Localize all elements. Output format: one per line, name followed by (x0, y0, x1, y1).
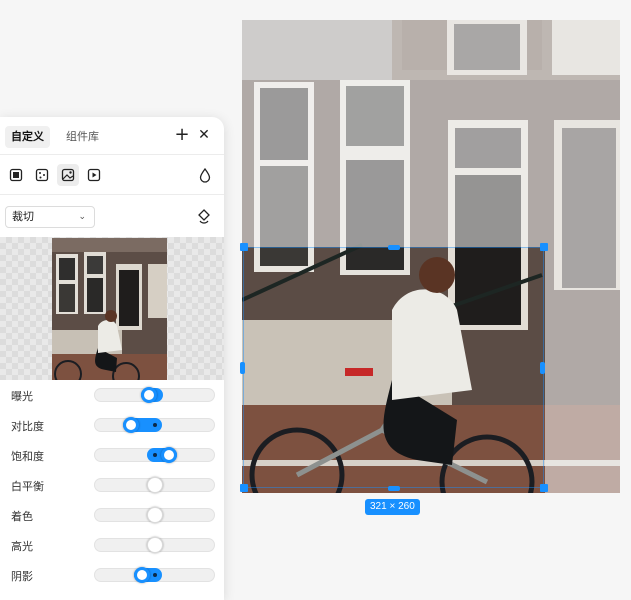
droplet-icon[interactable] (194, 164, 216, 186)
adjustment-label: 白平衡 (11, 480, 44, 493)
slider-center-mark (152, 453, 157, 457)
crop-handle-top-left[interactable] (240, 243, 248, 251)
mode-row: 裁切 ⌄ (0, 195, 224, 237)
tab-component-library[interactable]: 组件库 (60, 126, 105, 148)
crop-handle-bottom-left[interactable] (240, 484, 248, 492)
adjust-panel: 自定义 组件库 + ✕ 裁切 ⌄ 曝光 对比度 饱和度 白平衡 着色 高光 阴影 (0, 117, 224, 600)
tool-bar (0, 155, 224, 195)
adjustment-label: 饱和度 (11, 450, 44, 463)
crop-frame[interactable] (243, 247, 544, 488)
crop-handle-top[interactable] (388, 245, 400, 250)
mode-select-value: 裁切 (12, 210, 34, 223)
tab-custom[interactable]: 自定义 (5, 126, 50, 148)
slider-center-mark (152, 423, 157, 427)
adjustment-row: 对比度 (0, 410, 224, 440)
adjustment-row: 阴影 (0, 560, 224, 590)
adjustment-row: 白平衡 (0, 470, 224, 500)
preview-thumbnail (52, 238, 167, 380)
adjustment-label: 阴影 (11, 570, 33, 583)
adjustment-label: 高光 (11, 540, 33, 553)
slider-thumb[interactable] (146, 537, 163, 553)
close-icon[interactable]: ✕ (195, 126, 213, 144)
crop-handle-left[interactable] (240, 362, 245, 374)
chevron-down-icon: ⌄ (78, 212, 86, 222)
rotate-icon[interactable] (194, 206, 214, 226)
crop-handle-bottom-right[interactable] (540, 484, 548, 492)
slider-center-mark (152, 573, 157, 577)
panel-tabs: 自定义 组件库 + ✕ (0, 117, 224, 155)
adjustment-row: 曝光 (0, 380, 224, 410)
adjustment-row: 高光 (0, 530, 224, 560)
image-icon[interactable] (57, 164, 79, 186)
adjustment-row: 着色 (0, 500, 224, 530)
slider-thumb[interactable] (146, 507, 163, 523)
adjustment-label: 着色 (11, 510, 33, 523)
adjustment-label: 曝光 (11, 390, 33, 403)
adjustment-sliders: 曝光 对比度 饱和度 白平衡 着色 高光 阴影 (0, 380, 224, 590)
crop-handle-top-right[interactable] (540, 243, 548, 251)
adjustment-label: 对比度 (11, 420, 44, 433)
crop-preview (0, 237, 224, 380)
outside-crop-overlay (242, 20, 620, 247)
slider-thumb[interactable] (133, 567, 150, 583)
crop-handle-bottom[interactable] (388, 486, 400, 491)
mode-select[interactable]: 裁切 ⌄ (5, 206, 95, 228)
play-icon[interactable] (83, 164, 105, 186)
outside-crop-overlay-right (545, 247, 620, 493)
plus-icon[interactable]: + (172, 125, 192, 145)
crop-size-badge: 321 × 260 (365, 499, 420, 515)
crop-handle-right[interactable] (540, 362, 545, 374)
grain-icon[interactable] (31, 164, 53, 186)
slider-thumb[interactable] (146, 477, 163, 493)
adjustment-row: 饱和度 (0, 440, 224, 470)
frame-icon[interactable] (5, 164, 27, 186)
